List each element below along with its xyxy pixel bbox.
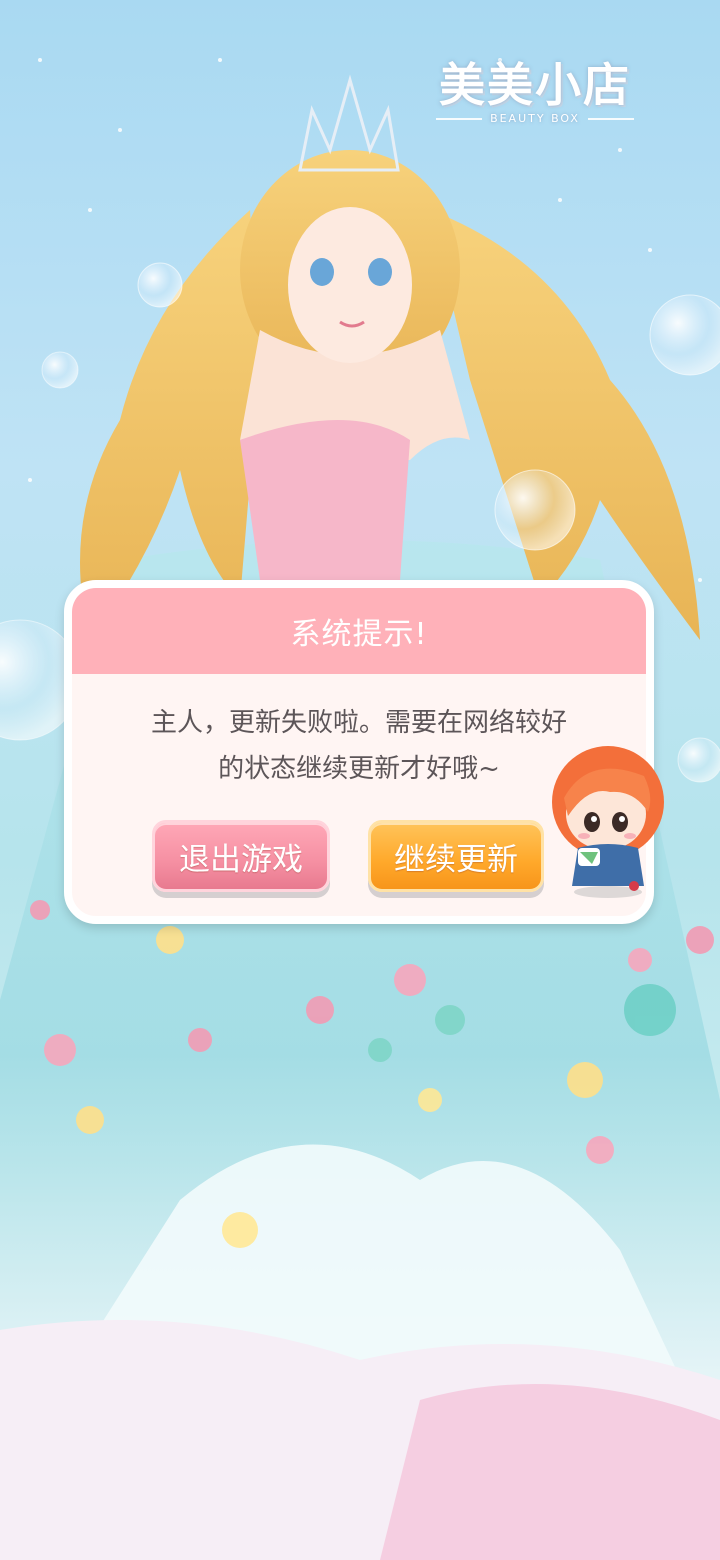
logo-divider-right <box>587 117 634 120</box>
exit-game-label: 退出游戏 <box>179 841 303 878</box>
logo-title: 美美小店 <box>439 58 631 112</box>
logo-subtitle: BEAUTY BOX <box>490 112 580 125</box>
dialog-message-line-2: 的状态继续更新才好哦~ <box>218 754 500 784</box>
continue-update-button[interactable]: 继续更新 <box>368 820 544 892</box>
logo-divider-left <box>436 117 483 120</box>
game-logo: 美美小店 BEAUTY BOX <box>430 56 640 125</box>
continue-update-label: 继续更新 <box>394 841 518 878</box>
app-screen: 美美小店 BEAUTY BOX 系统提示! 主人，更新失败啦。需要在网络较好 的… <box>0 0 720 1560</box>
dialog-title: 系统提示! <box>290 617 428 652</box>
dialog-header: 系统提示! <box>72 588 646 674</box>
dialog-message-line-1: 主人，更新失败啦。需要在网络较好 <box>150 708 567 738</box>
mascot-girl-icon <box>552 746 664 898</box>
exit-game-button[interactable]: 退出游戏 <box>152 820 330 892</box>
dialog-message: 主人，更新失败啦。需要在网络较好 的状态继续更新才好哦~ <box>102 700 616 792</box>
